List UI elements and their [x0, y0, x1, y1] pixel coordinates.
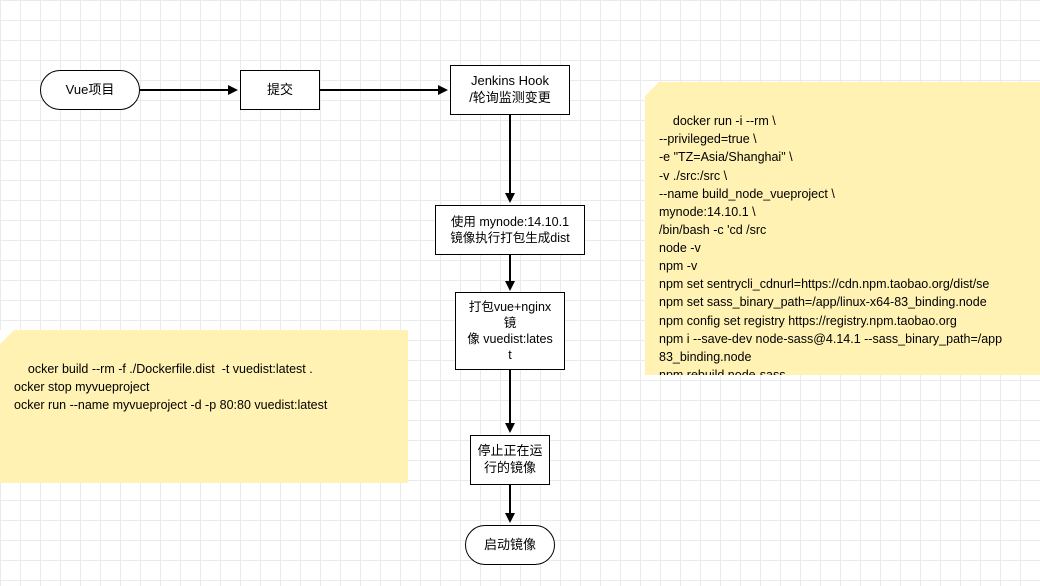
arrow-4-line	[509, 255, 511, 283]
arrow-1-head	[228, 85, 238, 95]
arrow-5-head	[505, 423, 515, 433]
note-left-text: ocker build --rm -f ./Dockerfile.dist -t…	[14, 362, 327, 412]
note-right: docker run -i --rm \ --privileged=true \…	[645, 82, 1040, 375]
node-stop-running-label: 停止正在运 行的镜像	[477, 443, 542, 477]
node-jenkins-hook-label: Jenkins Hook /轮询监测变更	[469, 73, 551, 107]
note-left: ocker build --rm -f ./Dockerfile.dist -t…	[0, 330, 408, 483]
arrow-5-line	[509, 370, 511, 425]
arrow-2-line	[320, 89, 440, 91]
node-vue-project: Vue项目	[40, 70, 140, 110]
diagram-canvas: Vue项目 提交 Jenkins Hook /轮询监测变更 使用 mynode:…	[0, 0, 1040, 586]
node-start-image: 启动镜像	[465, 525, 555, 565]
arrow-6-head	[505, 513, 515, 523]
note-right-text: docker run -i --rm \ --privileged=true \…	[659, 114, 1002, 375]
arrow-4-head	[505, 281, 515, 291]
arrow-2-head	[438, 85, 448, 95]
arrow-6-line	[509, 485, 511, 515]
node-submit: 提交	[240, 70, 320, 110]
node-start-image-label: 启动镜像	[484, 537, 536, 554]
node-use-mynode-label: 使用 mynode:14.10.1 镜像执行打包生成dist	[450, 214, 569, 247]
node-submit-label: 提交	[267, 82, 293, 99]
arrow-1-line	[140, 89, 230, 91]
arrow-3-line	[509, 115, 511, 195]
arrow-3-head	[505, 193, 515, 203]
node-stop-running: 停止正在运 行的镜像	[470, 435, 550, 485]
node-vue-project-label: Vue项目	[66, 82, 115, 99]
node-use-mynode: 使用 mynode:14.10.1 镜像执行打包生成dist	[435, 205, 585, 255]
node-pack-vue-nginx-label: 打包vue+nginx 镜 像 vuedist:lates t	[467, 299, 552, 364]
node-jenkins-hook: Jenkins Hook /轮询监测变更	[450, 65, 570, 115]
node-pack-vue-nginx: 打包vue+nginx 镜 像 vuedist:lates t	[455, 292, 565, 370]
